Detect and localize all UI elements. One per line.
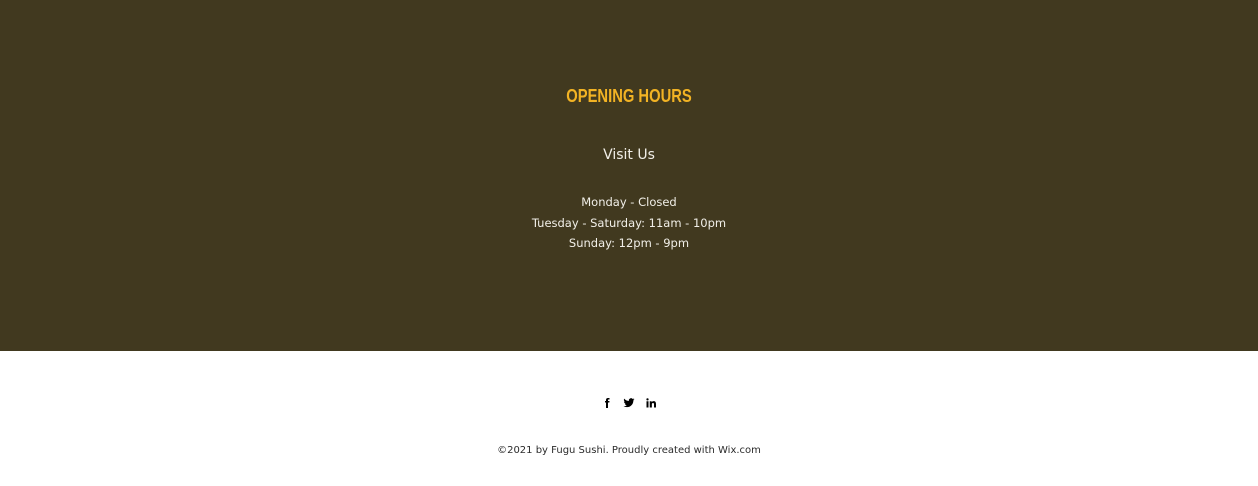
linkedin-icon[interactable] (644, 396, 658, 410)
wix-link[interactable]: Wix.com (718, 445, 761, 456)
site-footer: ©2021 by Fugu Sushi. Proudly created wit… (0, 351, 1258, 486)
social-bar (0, 396, 1258, 410)
opening-hours-title: OPENING HOURS (566, 86, 692, 106)
hours-line-tuesday-saturday: Tuesday - Saturday: 11am - 10pm (531, 215, 727, 230)
copyright-text: ©2021 by Fugu Sushi. Proudly created wit… (0, 445, 1258, 456)
copyright-prefix: ©2021 by Fugu Sushi. Proudly created wit… (497, 445, 719, 456)
hours-line-sunday: Sunday: 12pm - 9pm (568, 236, 690, 250)
visit-us-subtitle: Visit Us (603, 147, 655, 163)
twitter-icon[interactable] (622, 396, 636, 410)
opening-hours-section: OPENING HOURS Visit Us Monday - Closed T… (0, 0, 1258, 351)
hours-list: Monday - Closed Tuesday - Saturday: 11am… (0, 194, 1258, 256)
facebook-icon[interactable] (600, 396, 614, 410)
hours-line-monday: Monday - Closed (581, 195, 677, 209)
